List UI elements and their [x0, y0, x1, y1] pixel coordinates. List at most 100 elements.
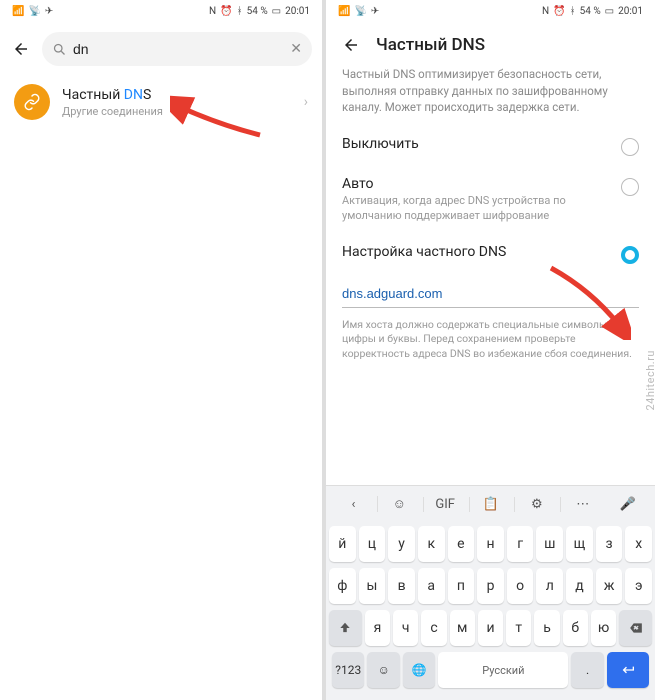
chevron-right-icon: ›: [304, 94, 308, 110]
battery-icon: ▭: [605, 6, 614, 17]
kb-emoji-icon[interactable]: ☺: [367, 652, 399, 688]
kb-key[interactable]: ч: [393, 610, 418, 646]
signal-icon: 📶: [12, 6, 24, 17]
arrow-left-icon: [342, 36, 360, 54]
kb-key[interactable]: ь: [534, 610, 559, 646]
kb-key[interactable]: о: [507, 568, 534, 604]
dns-hint: Имя хоста должно содержать специальные с…: [326, 312, 655, 368]
screen-search: 📶 📡 ✈ N ⏰ ᚼ 54 % ▭ 20:01 ✕: [0, 0, 322, 700]
page-title: Частный DNS: [376, 35, 485, 55]
status-bar: 📶 📡 ✈ N ⏰ ᚼ 54 % ▭ 20:01: [0, 0, 322, 22]
arrow-left-icon: [12, 40, 30, 58]
nfc-icon: N: [209, 6, 216, 17]
watermark: 24hitech.ru: [645, 350, 655, 411]
telegram-icon: ✈: [45, 6, 53, 17]
kb-key[interactable]: н: [477, 526, 504, 562]
dns-hostname-input[interactable]: [342, 282, 639, 308]
kb-key[interactable]: щ: [566, 526, 593, 562]
kb-row-bottom: ?123 ☺ 🌐 Русский .: [329, 652, 652, 694]
search-row: ✕: [0, 22, 322, 74]
kb-language-icon[interactable]: 🌐: [403, 652, 435, 688]
option-custom-label: Настройка частного DNS: [342, 244, 611, 260]
wifi-icon: 📡: [354, 6, 366, 17]
back-button[interactable]: [10, 38, 32, 60]
option-auto[interactable]: Авто Активация, когда адрес DNS устройст…: [326, 166, 655, 234]
kb-sticker-icon[interactable]: ☺: [377, 496, 421, 512]
bluetooth-icon: ᚼ: [570, 6, 576, 17]
kb-gif[interactable]: GIF: [423, 497, 467, 512]
search-box[interactable]: ✕: [42, 32, 312, 66]
kb-row-2: фывапролджэ: [329, 568, 652, 604]
kb-key[interactable]: е: [448, 526, 475, 562]
alarm-icon: ⏰: [220, 6, 232, 17]
page-description: Частный DNS оптимизирует безопасность се…: [326, 62, 655, 126]
kb-key[interactable]: э: [625, 568, 652, 604]
radio-auto[interactable]: [621, 178, 639, 196]
kb-key[interactable]: а: [418, 568, 445, 604]
kb-key[interactable]: в: [388, 568, 415, 604]
search-result-item[interactable]: Частный DNS Другие соединения ›: [0, 74, 322, 130]
signal-icon: 📶: [338, 6, 350, 17]
kb-collapse[interactable]: ‹: [332, 497, 375, 512]
clock: 20:01: [285, 6, 310, 17]
kb-key[interactable]: ы: [359, 568, 386, 604]
kb-key[interactable]: к: [418, 526, 445, 562]
kb-key[interactable]: ф: [329, 568, 356, 604]
enter-icon: [620, 662, 636, 678]
kb-enter[interactable]: [607, 652, 649, 688]
kb-key[interactable]: р: [477, 568, 504, 604]
battery-percent: 54 %: [247, 6, 268, 17]
nfc-icon: N: [542, 6, 549, 17]
kb-period[interactable]: .: [571, 652, 603, 688]
kb-key[interactable]: ц: [359, 526, 386, 562]
kb-mic-icon[interactable]: 🎤: [606, 497, 649, 512]
radio-off[interactable]: [621, 138, 639, 156]
kb-clipboard-icon[interactable]: 📋: [469, 497, 513, 512]
kb-key[interactable]: т: [506, 610, 531, 646]
kb-key[interactable]: и: [478, 610, 503, 646]
kb-key[interactable]: б: [563, 610, 588, 646]
keyboard-toolbar: ‹ ☺ GIF 📋 ⚙ ⋯ 🎤: [326, 486, 655, 522]
option-custom[interactable]: Настройка частного DNS: [326, 234, 655, 274]
kb-key[interactable]: ж: [596, 568, 623, 604]
radio-custom[interactable]: [621, 246, 639, 264]
telegram-icon: ✈: [371, 6, 379, 17]
kb-key[interactable]: ш: [536, 526, 563, 562]
kb-row-3: ячсмитьбю: [329, 610, 652, 646]
status-bar: 📶 📡 ✈ N ⏰ ᚼ 54 % ▭ 20:01: [326, 0, 655, 22]
clear-icon[interactable]: ✕: [290, 41, 302, 57]
kb-key[interactable]: ю: [591, 610, 616, 646]
battery-percent: 54 %: [580, 6, 601, 17]
option-off-label: Выключить: [342, 136, 611, 152]
search-icon: [52, 42, 67, 57]
option-auto-sub: Активация, когда адрес DNS устройства по…: [342, 194, 611, 224]
kb-key[interactable]: л: [536, 568, 563, 604]
kb-shift[interactable]: [329, 610, 362, 646]
kb-numbers[interactable]: ?123: [332, 652, 364, 688]
kb-key[interactable]: я: [365, 610, 390, 646]
kb-key[interactable]: х: [625, 526, 652, 562]
bluetooth-icon: ᚼ: [237, 6, 243, 17]
clock: 20:01: [618, 6, 643, 17]
search-input[interactable]: [73, 41, 284, 57]
kb-row-1: йцукенгшщзх: [329, 526, 652, 562]
alarm-icon: ⏰: [553, 6, 565, 17]
kb-key[interactable]: у: [388, 526, 415, 562]
result-subtitle: Другие соединения: [62, 105, 292, 118]
kb-settings-icon[interactable]: ⚙: [514, 497, 558, 512]
screen-private-dns: 📶 📡 ✈ N ⏰ ᚼ 54 % ▭ 20:01 Частный DNS Час…: [326, 0, 655, 700]
keyboard: ‹ ☺ GIF 📋 ⚙ ⋯ 🎤 йцукенгшщзх фывапролджэ …: [326, 485, 655, 700]
kb-key[interactable]: м: [450, 610, 475, 646]
kb-key[interactable]: с: [421, 610, 446, 646]
kb-spacebar[interactable]: Русский: [438, 652, 568, 688]
kb-key[interactable]: д: [566, 568, 593, 604]
kb-key[interactable]: п: [448, 568, 475, 604]
kb-key[interactable]: й: [329, 526, 356, 562]
back-button[interactable]: [340, 34, 362, 56]
link-icon: [14, 84, 50, 120]
kb-key[interactable]: г: [507, 526, 534, 562]
kb-key[interactable]: з: [596, 526, 623, 562]
option-off[interactable]: Выключить: [326, 126, 655, 166]
kb-more-icon[interactable]: ⋯: [560, 497, 604, 512]
kb-backspace[interactable]: [619, 610, 652, 646]
